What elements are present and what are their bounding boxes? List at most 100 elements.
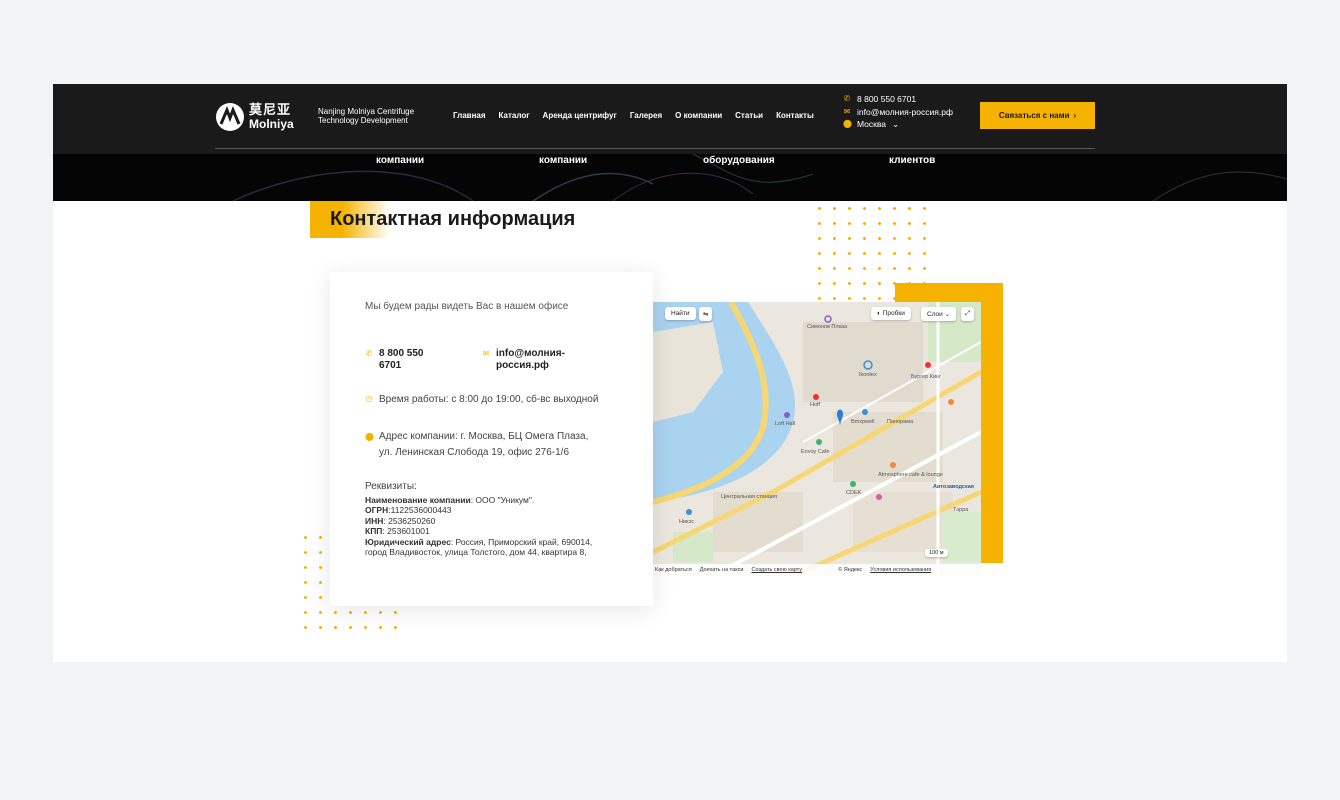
req-kpp: КПП: 253601001 — [365, 526, 605, 537]
req-ogrn-value: :1122536000443 — [388, 505, 452, 515]
logo-chinese-text: 莫尼亚 — [249, 103, 292, 118]
map-traffic-button[interactable]: ◐ Пробки — [871, 307, 911, 320]
main-nav: Главная Каталог Аренда центрифуг Галерея… — [453, 111, 814, 120]
header-email-text: info@молния-россия.рф — [857, 106, 953, 117]
card-email-line2: россия.рф — [496, 360, 549, 371]
card-phone[interactable]: ✆ 8 800 550 6701 — [365, 348, 424, 372]
nav-item-home[interactable]: Главная — [453, 111, 486, 120]
clock-icon: ◷ — [365, 394, 373, 403]
map-find-button[interactable]: Найти — [665, 307, 696, 320]
map-create-link[interactable]: Создать свою карту — [752, 567, 803, 573]
map-label-13: Никэс — [679, 519, 695, 525]
map-terms-link[interactable]: Условия использования — [870, 567, 931, 573]
map-taxi-link[interactable]: Доехать на такси — [700, 567, 744, 573]
stat-label-4: клиентов — [889, 155, 936, 166]
req-company-value: : ООО "Уникум". — [470, 494, 535, 505]
requisites: Реквизиты: Наименование компании: ООО "У… — [365, 481, 605, 558]
phone-icon: ✆ — [843, 94, 851, 103]
map-label-12: Автозаводская — [933, 484, 975, 490]
map-label-14: Тэрра — [953, 507, 969, 513]
site-header: 莫尼亚 Molniya Nanjing Molniya Centrifuge T… — [53, 84, 1287, 201]
card-hours-text: Время работы: с 8:00 до 19:00, сб-вс вых… — [379, 394, 599, 405]
requisites-title: Реквизиты: — [365, 481, 417, 492]
map-label-3: Бургер Кинг — [911, 374, 942, 380]
chevron-right-icon: › — [1073, 111, 1077, 120]
map-canvas — [653, 302, 981, 576]
map-traffic-label: Пробки — [882, 310, 905, 317]
logo-english-text: Molniya — [249, 117, 294, 131]
header-contacts: ✆ 8 800 550 6701 ✉ info@молния-россия.рф ⬤… — [843, 93, 953, 131]
contact-us-button[interactable]: Связаться с нами › — [980, 102, 1095, 129]
stats-strip: компании компании оборудования клиентов — [53, 155, 1287, 169]
map-label-8: Envoy Cafe — [801, 449, 830, 455]
page: 莫尼亚 Molniya Nanjing Molniya Centrifuge T… — [53, 84, 1287, 662]
req-ogrn: ОГРН:1122536000443 — [365, 505, 605, 516]
map-bottom-bar: Как добраться Доехать на такси Создать с… — [653, 564, 981, 576]
req-inn: ИНН: 2536250260 — [365, 516, 605, 527]
mail-icon: ✉ — [482, 349, 490, 358]
logo[interactable]: 莫尼亚 Molniya — [215, 100, 305, 134]
header-phone[interactable]: ✆ 8 800 550 6701 — [843, 93, 953, 106]
map-label-4: Hoff — [810, 402, 820, 408]
map-route-link[interactable]: Как добраться — [655, 567, 692, 573]
city-selector[interactable]: ⬤ Москва ⌄ — [843, 118, 953, 131]
card-phone-line2: 6701 — [379, 360, 402, 371]
map-layers-button[interactable]: Слои ⌄ — [921, 307, 957, 321]
req-company: Наименование компании: ООО "Уникум". — [365, 495, 605, 506]
fullscreen-icon[interactable]: ⤢ — [961, 307, 975, 321]
map-label-5: Loft Hall — [775, 421, 796, 427]
header-phone-text: 8 800 550 6701 — [857, 94, 917, 104]
nav-item-contacts[interactable]: Контакты — [776, 111, 814, 120]
req-inn-value: : 2536250260 — [383, 515, 436, 526]
map-label-2: Ikontex — [859, 372, 877, 378]
req-legal-address: Юридический адрес: Россия, Приморский кр… — [365, 537, 605, 558]
card-address-line1: Адрес компании: г. Москва, БЦ Омега Плаз… — [379, 431, 589, 442]
city-text: Москва — [857, 119, 887, 129]
company-tagline-line2: Technology Development — [318, 116, 408, 125]
stat-label-2: компании — [539, 155, 588, 166]
card-address: ⬤ Адрес компании: г. Москва, БЦ Омега Пл… — [365, 429, 604, 461]
map-label-1: Симонов Плаза — [807, 324, 848, 330]
req-legal-label: Юридический адрес — [365, 536, 451, 547]
header-divider — [215, 148, 1095, 149]
card-phone-line1: 8 800 550 — [379, 348, 424, 359]
card-email[interactable]: ✉ info@молния- россия.рф — [482, 348, 565, 372]
nav-item-gallery[interactable]: Галерея — [630, 111, 662, 120]
card-hours: ◷ Время работы: с 8:00 до 19:00, сб-вс в… — [365, 394, 599, 405]
yandex-copyright: © Яндекс — [838, 567, 863, 573]
stat-label-3: оборудования — [703, 155, 775, 166]
map-label-6: Bmxpwell — [851, 419, 875, 425]
card-address-line2: ул. Ленинская Слобода 19, офис 276-1/6 — [379, 447, 569, 458]
map-ruler-icon[interactable]: ⇋ — [699, 307, 713, 321]
phone-icon: ✆ — [365, 349, 373, 358]
mail-icon: ✉ — [843, 106, 851, 116]
nav-item-articles[interactable]: Статьи — [735, 111, 763, 120]
map-layers-label: Слои — [927, 311, 943, 318]
req-kpp-value: : 253601001 — [382, 526, 430, 536]
nav-item-rent[interactable]: Аренда центрифуг — [543, 111, 617, 120]
chevron-down-icon: ⌄ — [942, 311, 951, 318]
logo-mark-icon — [216, 103, 244, 131]
card-email-line1: info@молния- — [496, 348, 565, 359]
map-scale: 100 м — [925, 549, 948, 557]
stat-label-1: компании — [376, 155, 425, 166]
req-company-label: Наименование компании — [365, 494, 471, 505]
contact-us-label: Связаться с нами — [998, 111, 1070, 120]
location-pin-icon: ⬤ — [365, 432, 374, 441]
location-pin-icon: ⬤ — [843, 119, 852, 128]
header-email[interactable]: ✉ info@молния-россия.рф — [843, 106, 953, 119]
map-label-10: CDEK — [846, 490, 862, 496]
company-tagline-line1: Nanjing Molniya Centrifuge — [318, 107, 415, 116]
req-kpp-label: КПП — [365, 526, 383, 536]
contact-card: Мы будем рады видеть Вас в нашем офисе ✆… — [330, 272, 653, 606]
map-label-11: Atmosphere cafe & lounge — [878, 472, 943, 478]
req-inn-label: ИНН — [365, 515, 384, 526]
nav-item-about[interactable]: О компании — [675, 111, 722, 120]
map-label-7: Панорама — [887, 419, 914, 425]
company-tagline: Nanjing Molniya Centrifuge Technology De… — [318, 107, 438, 125]
map-label-9: Центральная станция — [721, 494, 777, 500]
chevron-down-icon: ⌄ — [892, 119, 900, 129]
map[interactable]: Симонов Плаза Ikontex Бургер Кинг Hoff L… — [653, 302, 981, 576]
req-ogrn-label: ОГРН — [365, 505, 389, 515]
nav-item-catalog[interactable]: Каталог — [499, 111, 530, 120]
